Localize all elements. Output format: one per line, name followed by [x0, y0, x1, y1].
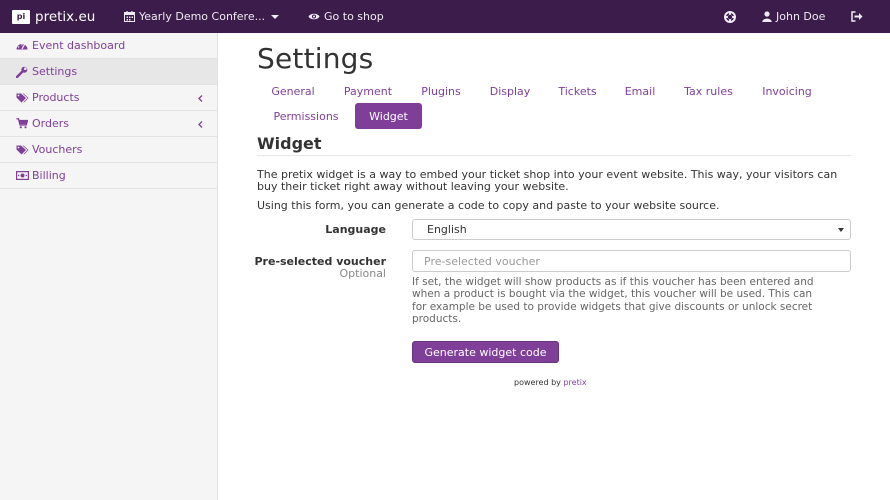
- sign-out-icon: [851, 11, 863, 22]
- section-divider: [257, 155, 851, 156]
- tab-tax-rules[interactable]: Tax rules: [673, 78, 744, 104]
- sidebar-item-label: Products: [32, 91, 80, 104]
- voucher-input[interactable]: Pre-selected voucher: [412, 250, 851, 272]
- sidebar-item-products[interactable]: Products: [0, 85, 217, 111]
- money-icon: [15, 171, 29, 180]
- sidebar-item-vouchers[interactable]: Vouchers: [0, 137, 217, 163]
- page-title: Settings: [257, 42, 374, 75]
- help-line: If set, the widget will show products as…: [412, 276, 814, 288]
- brand-link[interactable]: pi pretix.eu: [12, 0, 95, 33]
- pretix-footer-link[interactable]: pretix: [563, 378, 586, 387]
- eye-icon: [308, 12, 320, 21]
- voucher-optional-note: Optional: [339, 267, 386, 280]
- sidebar-item-label: Settings: [32, 65, 78, 78]
- tab-email[interactable]: Email: [614, 78, 666, 104]
- tags-icon: [15, 145, 29, 155]
- event-name: Yearly Demo Confere...: [139, 10, 266, 23]
- voucher-help-text: If set, the widget will show products as…: [412, 276, 852, 325]
- language-select[interactable]: English: [412, 219, 851, 240]
- sidebar-item-label: Vouchers: [32, 143, 83, 156]
- go-to-shop-link[interactable]: Go to shop: [308, 0, 384, 33]
- pretix-logo-icon: pi: [12, 9, 30, 24]
- tab-widget[interactable]: Widget: [355, 103, 422, 129]
- tab-general[interactable]: General: [258, 78, 328, 104]
- tab-permissions[interactable]: Permissions: [258, 103, 354, 129]
- user-icon: [762, 11, 772, 22]
- sidebar-item-settings[interactable]: Settings: [0, 59, 217, 85]
- go-to-shop-label: Go to shop: [324, 10, 384, 23]
- life-ring-icon: [724, 10, 736, 23]
- intro-text-line2: buy their ticket right away without leav…: [257, 180, 569, 193]
- help-line: products.: [412, 312, 462, 325]
- language-label: Language: [325, 223, 386, 236]
- chevron-left-icon: [198, 85, 203, 111]
- tab-display[interactable]: Display: [479, 78, 541, 104]
- top-navbar: pi pretix.eu Yearly Demo Confere... Go t…: [0, 0, 890, 33]
- generate-widget-code-button[interactable]: Generate widget code: [412, 341, 559, 363]
- chevron-left-icon: [198, 111, 203, 137]
- tab-payment[interactable]: Payment: [333, 78, 403, 104]
- cart-icon: [15, 118, 29, 129]
- chevron-down-icon: [271, 14, 280, 19]
- help-line: for example be used to provide widgets t…: [412, 300, 813, 313]
- chevron-down-icon: [838, 228, 844, 232]
- event-selector-dropdown[interactable]: Yearly Demo Confere...: [124, 0, 280, 33]
- wrench-icon: [15, 66, 29, 78]
- tab-plugins[interactable]: Plugins: [410, 78, 472, 104]
- tags-icon: [15, 93, 29, 103]
- powered-by-text: powered by: [514, 378, 561, 387]
- sidebar-item-label: Event dashboard: [32, 39, 126, 52]
- dashboard-icon: [15, 41, 29, 50]
- voucher-input-placeholder: Pre-selected voucher: [424, 254, 540, 268]
- section-title: Widget: [257, 134, 322, 153]
- user-name: John Doe: [776, 10, 826, 23]
- calendar-icon: [124, 11, 135, 22]
- brand-name: pretix.eu: [35, 8, 96, 25]
- admin-mode-button[interactable]: [724, 0, 736, 33]
- sidebar-item-label: Billing: [32, 169, 66, 182]
- user-menu[interactable]: John Doe: [762, 0, 825, 33]
- tab-tickets[interactable]: Tickets: [548, 78, 607, 104]
- sidebar-item-orders[interactable]: Orders: [0, 111, 217, 137]
- help-line: when a product is bought via the widget,…: [412, 288, 813, 301]
- language-select-value: English: [427, 223, 467, 236]
- sidebar: Event dashboard Settings Products Orders…: [0, 33, 218, 500]
- intro-text-line3: Using this form, you can generate a code…: [257, 199, 720, 212]
- sidebar-item-billing[interactable]: Billing: [0, 163, 217, 189]
- footer-powered-by: powered by pretix: [514, 378, 587, 387]
- tab-invoicing[interactable]: Invoicing: [751, 78, 823, 104]
- sidebar-item-label: Orders: [32, 117, 69, 130]
- logout-button[interactable]: [851, 0, 863, 33]
- sidebar-item-event-dashboard[interactable]: Event dashboard: [0, 33, 217, 59]
